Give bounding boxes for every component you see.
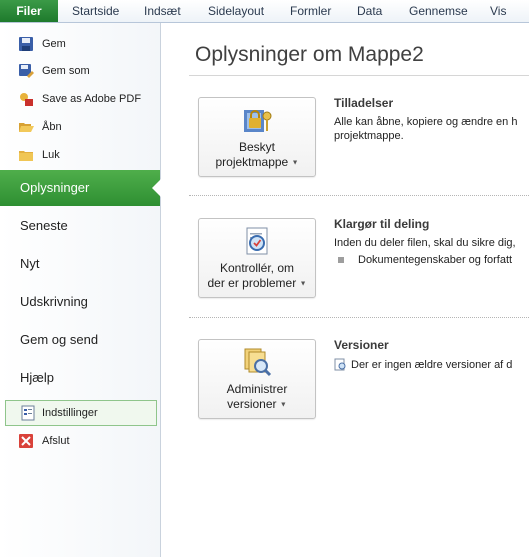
- manage-versions-button[interactable]: Administrer versioner ▼: [198, 339, 316, 419]
- lock-keys-icon: [244, 110, 272, 132]
- save-as-pdf-command[interactable]: Save as Adobe PDF: [0, 86, 160, 112]
- section-recent[interactable]: Seneste: [0, 208, 160, 244]
- save-as-pdf-label: Save as Adobe PDF: [42, 93, 142, 105]
- tab-formulas[interactable]: Formler: [290, 0, 331, 22]
- close-label: Luk: [42, 149, 60, 161]
- pdf-icon: [20, 93, 33, 106]
- prepare-heading: Klargør til deling: [334, 217, 430, 231]
- ribbon-tab-bar: Filer Startside Indsæt Sidelayout Formle…: [0, 0, 529, 23]
- bullet-icon: [338, 257, 344, 263]
- version-document-icon: [334, 358, 346, 371]
- section-recent-label: Seneste: [20, 218, 68, 233]
- protect-workbook-button[interactable]: Beskyt projektmappe ▼: [198, 97, 316, 177]
- permissions-text-line2: projektmappe.: [334, 130, 404, 142]
- manage-versions-text: Administrer versioner ▼: [199, 382, 315, 412]
- section-new[interactable]: Nyt: [0, 246, 160, 282]
- open-folder-icon: [19, 123, 34, 132]
- close-folder-icon: [19, 151, 33, 161]
- prepare-text-line1: Inden du deler filen, skal du sikre dig,: [334, 237, 516, 249]
- save-label: Gem: [42, 38, 66, 50]
- manage-versions-icon: [244, 348, 272, 377]
- save-as-label: Gem som: [42, 65, 90, 77]
- exit-icon: [19, 434, 33, 448]
- section-info-label: Oplysninger: [20, 180, 90, 195]
- section-print-label: Udskrivning: [20, 294, 88, 309]
- section-save-send[interactable]: Gem og send: [0, 322, 160, 358]
- manage-versions-line1: Administrer: [226, 382, 288, 396]
- check-for-issues-text: Kontrollér, om der er problemer ▼: [199, 261, 315, 291]
- page-title: Oplysninger om Mappe2: [195, 43, 424, 66]
- save-as-icon: [19, 64, 34, 78]
- check-for-issues-line1: Kontrollér, om: [219, 261, 295, 275]
- section-divider: [189, 195, 529, 196]
- section-print[interactable]: Udskrivning: [0, 284, 160, 320]
- inspect-document-icon: [246, 227, 268, 255]
- check-for-issues-button[interactable]: Kontrollér, om der er problemer ▼: [198, 218, 316, 298]
- protect-workbook-line1: Beskyt: [238, 140, 275, 154]
- save-as-command[interactable]: Gem som: [0, 58, 160, 84]
- open-label: Åbn: [42, 121, 62, 133]
- options-label: Indstillinger: [42, 407, 98, 419]
- section-help-label: Hjælp: [20, 370, 54, 385]
- options-icon: [21, 405, 35, 421]
- chevron-down-icon: ▼: [279, 401, 287, 409]
- protect-workbook-text: Beskyt projektmappe ▼: [199, 140, 315, 170]
- save-command[interactable]: Gem: [0, 31, 160, 57]
- section-help[interactable]: Hjælp: [0, 360, 160, 396]
- versions-text-line1: Der er ingen ældre versioner af d: [351, 359, 513, 371]
- exit-label: Afslut: [42, 435, 70, 447]
- tab-insert[interactable]: Indsæt: [144, 0, 181, 22]
- section-info[interactable]: Oplysninger: [0, 170, 161, 206]
- protect-workbook-line2: projektmappe: [215, 155, 289, 169]
- tab-data[interactable]: Data: [357, 0, 382, 22]
- options-command[interactable]: Indstillinger: [5, 400, 157, 426]
- permissions-text-line1: Alle kan åbne, kopiere og ændre en h: [334, 116, 518, 128]
- title-divider: [189, 75, 529, 76]
- info-pane: Oplysninger om Mappe2 Beskyt projektmapp…: [161, 23, 529, 557]
- tab-home[interactable]: Startside: [72, 0, 119, 22]
- permissions-heading: Tilladelser: [334, 96, 394, 110]
- backstage-sidebar: Gem Gem som Save as Adobe PDF Åbn Luk Op…: [0, 23, 161, 557]
- versions-heading: Versioner: [334, 338, 389, 352]
- manage-versions-line2: versioner: [227, 397, 277, 411]
- section-save-send-label: Gem og send: [20, 332, 99, 347]
- tab-file[interactable]: Filer: [0, 0, 58, 22]
- check-for-issues-line2: der er problemer: [207, 276, 297, 290]
- tab-view[interactable]: Vis: [490, 0, 506, 22]
- save-icon: [19, 37, 33, 51]
- tab-page-layout[interactable]: Sidelayout: [208, 0, 264, 22]
- prepare-bullet-text: Dokumentegenskaber og forfatt: [358, 254, 513, 266]
- close-command[interactable]: Luk: [0, 142, 160, 168]
- chevron-down-icon: ▼: [299, 280, 307, 288]
- tab-review[interactable]: Gennemse: [409, 0, 468, 22]
- chevron-down-icon: ▼: [291, 159, 299, 167]
- section-new-label: Nyt: [20, 256, 40, 271]
- section-divider: [189, 317, 529, 318]
- exit-command[interactable]: Afslut: [0, 428, 160, 454]
- open-command[interactable]: Åbn: [0, 114, 160, 140]
